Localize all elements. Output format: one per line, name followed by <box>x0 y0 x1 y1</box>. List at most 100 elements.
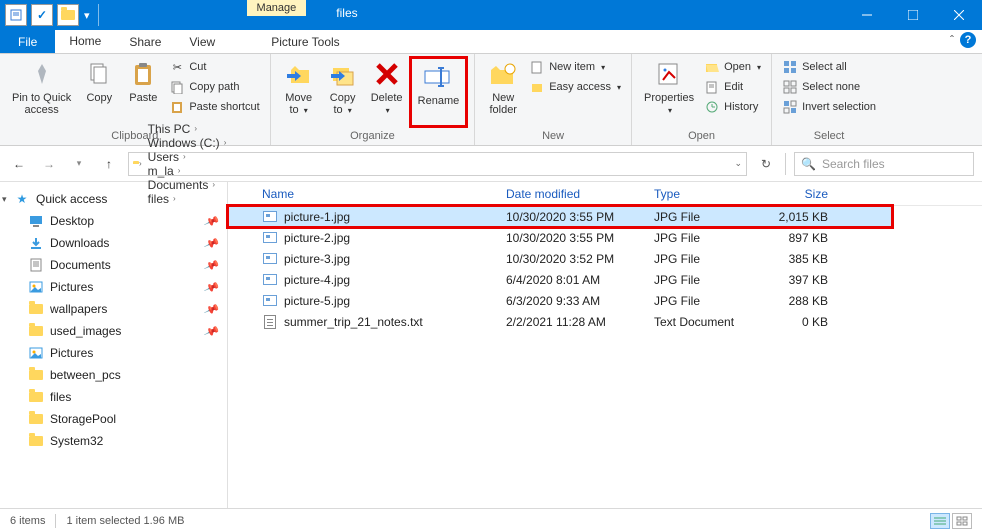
close-button[interactable] <box>936 0 982 30</box>
edit-icon <box>704 79 720 95</box>
new-folder-button[interactable]: New folder <box>481 56 525 128</box>
file-row[interactable]: picture-5.jpg6/3/2020 9:33 AMJPG File288… <box>228 290 982 311</box>
forward-button[interactable]: → <box>38 153 60 175</box>
pin-icon <box>26 58 58 90</box>
sidebar-quick-access[interactable]: ▾ ★ Quick access <box>0 188 227 210</box>
history-button[interactable]: History <box>700 98 765 116</box>
column-date[interactable]: Date modified <box>498 187 646 201</box>
sidebar-item[interactable]: files <box>0 386 227 408</box>
open-button[interactable]: Open <box>700 58 765 76</box>
qat-undo-icon[interactable] <box>57 4 79 26</box>
column-size[interactable]: Size <box>762 187 836 201</box>
breadcrumb-segment[interactable]: m_la› <box>146 164 229 178</box>
properties-icon <box>653 58 685 90</box>
cut-button[interactable]: ✂Cut <box>165 58 263 76</box>
title-bar: ✓ ▾ Manage files <box>0 0 982 30</box>
sidebar-item[interactable]: Desktop📌 <box>0 210 227 232</box>
file-row[interactable]: summer_trip_21_notes.txt2/2/2021 11:28 A… <box>228 311 982 332</box>
file-row[interactable]: picture-4.jpg6/4/2020 8:01 AMJPG File397… <box>228 269 982 290</box>
file-row[interactable]: picture-2.jpg10/30/2020 3:55 PMJPG File8… <box>228 227 982 248</box>
select-all-button[interactable]: Select all <box>778 58 880 76</box>
sidebar-item-icon <box>28 235 44 251</box>
view-details-button[interactable] <box>930 513 950 529</box>
sidebar-item-icon <box>28 345 44 361</box>
recent-locations-button[interactable]: ▾ <box>68 153 90 175</box>
address-bar[interactable]: › This PC›Windows (C:)›Users›m_la›Docume… <box>128 152 747 176</box>
invert-selection-button[interactable]: Invert selection <box>778 98 880 116</box>
rename-button[interactable]: Rename <box>409 56 469 128</box>
view-thumbnails-button[interactable] <box>952 513 972 529</box>
breadcrumb-segment[interactable]: Windows (C:)› <box>146 136 229 150</box>
column-type[interactable]: Type <box>646 187 762 201</box>
delete-button[interactable]: Delete <box>365 56 409 128</box>
file-row[interactable]: picture-1.jpg10/30/2020 3:55 PMJPG File2… <box>228 206 892 227</box>
status-item-count: 6 items <box>10 515 45 527</box>
new-folder-icon <box>487 58 519 90</box>
delete-icon <box>371 58 403 90</box>
sidebar-item-icon <box>28 367 44 383</box>
sidebar-item-icon <box>28 279 44 295</box>
file-icon <box>262 209 278 225</box>
file-row[interactable]: picture-3.jpg10/30/2020 3:52 PMJPG File3… <box>228 248 982 269</box>
qat-properties-icon[interactable] <box>5 4 27 26</box>
address-bar-row: ← → ▾ ↑ › This PC›Windows (C:)›Users›m_l… <box>0 146 982 182</box>
help-icon[interactable]: ? <box>960 32 976 48</box>
up-button[interactable]: ↑ <box>98 153 120 175</box>
back-button[interactable]: ← <box>8 153 30 175</box>
select-all-icon <box>782 59 798 75</box>
pin-icon: 📌 <box>203 279 220 296</box>
sidebar-item[interactable]: Pictures📌 <box>0 276 227 298</box>
sidebar-item[interactable]: Documents📌 <box>0 254 227 276</box>
move-to-button[interactable]: Move to <box>277 56 321 128</box>
paste-shortcut-button[interactable]: Paste shortcut <box>165 98 263 116</box>
paste-button[interactable]: Paste <box>121 56 165 128</box>
contextual-tab-chip: Manage <box>247 0 307 16</box>
new-item-icon <box>529 59 545 75</box>
breadcrumb-segment[interactable]: Users› <box>146 150 229 164</box>
tab-home[interactable]: Home <box>55 30 115 53</box>
sidebar-item[interactable]: System32 <box>0 430 227 452</box>
pin-to-quick-access-button[interactable]: Pin to Quick access <box>6 56 77 128</box>
navigation-pane: ▾ ★ Quick access Desktop📌Downloads📌Docum… <box>0 182 228 508</box>
ribbon-group-organize: Move to Copy to Delete Rename Organize <box>271 54 476 145</box>
refresh-button[interactable]: ↻ <box>755 153 777 175</box>
maximize-button[interactable] <box>890 0 936 30</box>
sidebar-item[interactable]: used_images📌 <box>0 320 227 342</box>
status-bar: 6 items 1 item selected 1.96 MB <box>0 508 982 532</box>
ribbon-group-open: Properties Open Edit History Open <box>632 54 772 145</box>
copy-path-button[interactable]: Copy path <box>165 78 263 96</box>
minimize-button[interactable] <box>844 0 890 30</box>
tab-share[interactable]: Share <box>115 30 175 53</box>
easy-access-button[interactable]: Easy access <box>525 78 625 96</box>
search-box[interactable]: 🔍 Search files <box>794 152 974 176</box>
sidebar-item[interactable]: wallpapers📌 <box>0 298 227 320</box>
collapse-ribbon-icon[interactable]: ˆ <box>950 33 954 47</box>
sidebar-item[interactable]: between_pcs <box>0 364 227 386</box>
tab-view[interactable]: View <box>175 30 229 53</box>
pin-icon: 📌 <box>203 257 220 274</box>
copy-to-button[interactable]: Copy to <box>321 56 365 128</box>
breadcrumb-segment[interactable]: This PC› <box>146 122 229 136</box>
sidebar-item-icon <box>28 301 44 317</box>
address-dropdown-icon[interactable]: ⌄ <box>734 158 742 169</box>
select-none-button[interactable]: Select none <box>778 78 880 96</box>
ribbon-group-label: Select <box>778 128 880 145</box>
copy-button[interactable]: Copy <box>77 56 121 128</box>
sidebar-item[interactable]: Pictures <box>0 342 227 364</box>
tab-picture-tools[interactable]: Picture Tools <box>257 30 353 53</box>
column-name[interactable]: Name <box>254 187 498 201</box>
pin-icon: 📌 <box>203 213 220 230</box>
paste-icon <box>127 58 159 90</box>
sidebar-item-icon <box>28 323 44 339</box>
sidebar-item[interactable]: StoragePool <box>0 408 227 430</box>
sidebar-item-icon <box>28 213 44 229</box>
tab-file[interactable]: File <box>0 30 55 53</box>
sidebar-item[interactable]: Downloads📌 <box>0 232 227 254</box>
qat-newfolder-icon[interactable]: ✓ <box>31 4 53 26</box>
ribbon-group-select: Select all Select none Invert selection … <box>772 54 886 145</box>
edit-button[interactable]: Edit <box>700 78 765 96</box>
properties-button[interactable]: Properties <box>638 56 700 128</box>
new-item-button[interactable]: New item <box>525 58 625 76</box>
history-icon <box>704 99 720 115</box>
qat-overflow-icon[interactable]: ▾ <box>84 9 90 22</box>
